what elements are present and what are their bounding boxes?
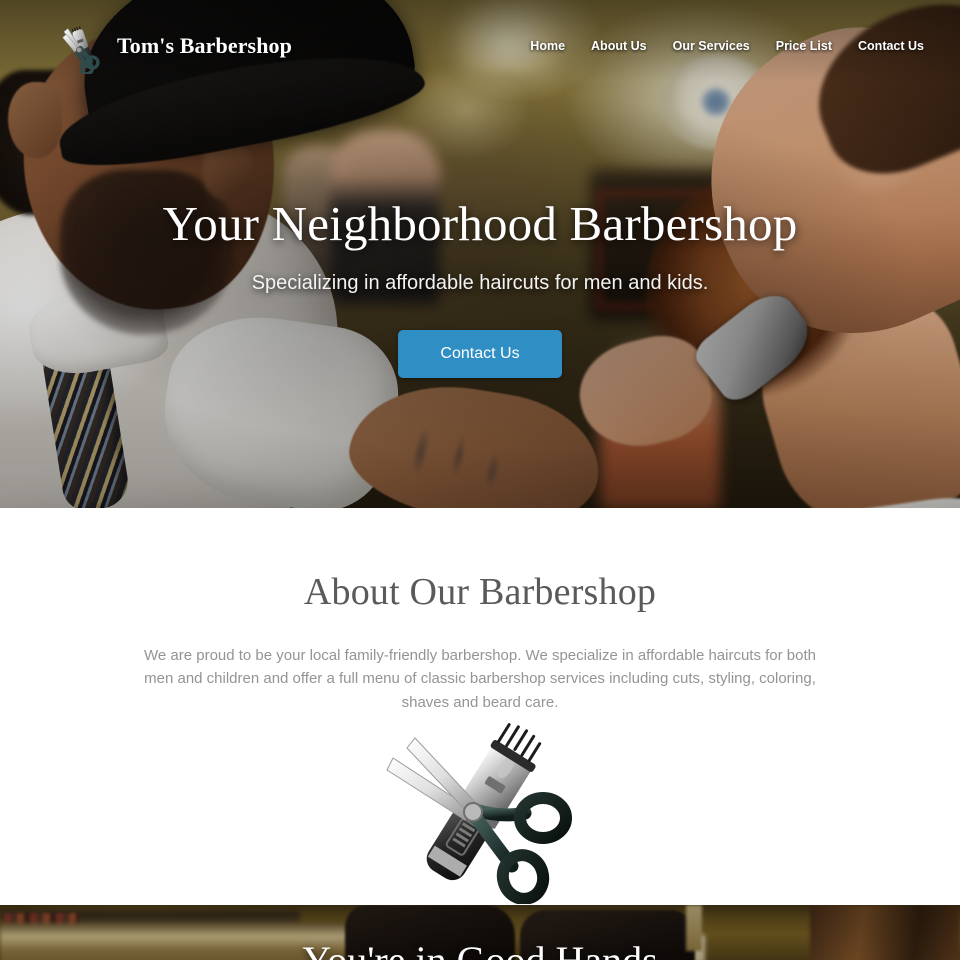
- hero-contact-us-button[interactable]: Contact Us: [398, 329, 562, 378]
- good-hands-section: You're in Good Hands: [0, 905, 960, 960]
- about-title: About Our Barbershop: [303, 571, 657, 613]
- hero-subtitle: Specializing in affordable haircuts for …: [251, 271, 709, 294]
- main-navigation: Home About Us Our Services Price List Co…: [530, 39, 924, 53]
- hero-title: Your Neighborhood Barbershop: [162, 196, 798, 251]
- hero-copy: Your Neighborhood Barbershop Specializin…: [0, 196, 960, 378]
- good-hands-title: You're in Good Hands: [0, 937, 960, 960]
- nav-item-price-list[interactable]: Price List: [776, 39, 832, 53]
- brand-logo-link[interactable]: Tom's Barbershop: [52, 18, 292, 76]
- about-section: About Our Barbershop We are proud to be …: [0, 508, 960, 905]
- nav-item-home[interactable]: Home: [530, 39, 565, 53]
- barber-tools-icon: [52, 18, 108, 76]
- nav-item-contact-us[interactable]: Contact Us: [858, 39, 924, 53]
- brand-name: Tom's Barbershop: [117, 33, 292, 58]
- nav-item-our-services[interactable]: Our Services: [673, 39, 750, 53]
- site-header: Tom's Barbershop Home About Us Our Servi…: [0, 0, 960, 92]
- hero-section: Tom's Barbershop Home About Us Our Servi…: [0, 0, 960, 508]
- nav-item-about-us[interactable]: About Us: [591, 39, 647, 53]
- about-body-text: We are proud to be your local family-fri…: [143, 647, 817, 711]
